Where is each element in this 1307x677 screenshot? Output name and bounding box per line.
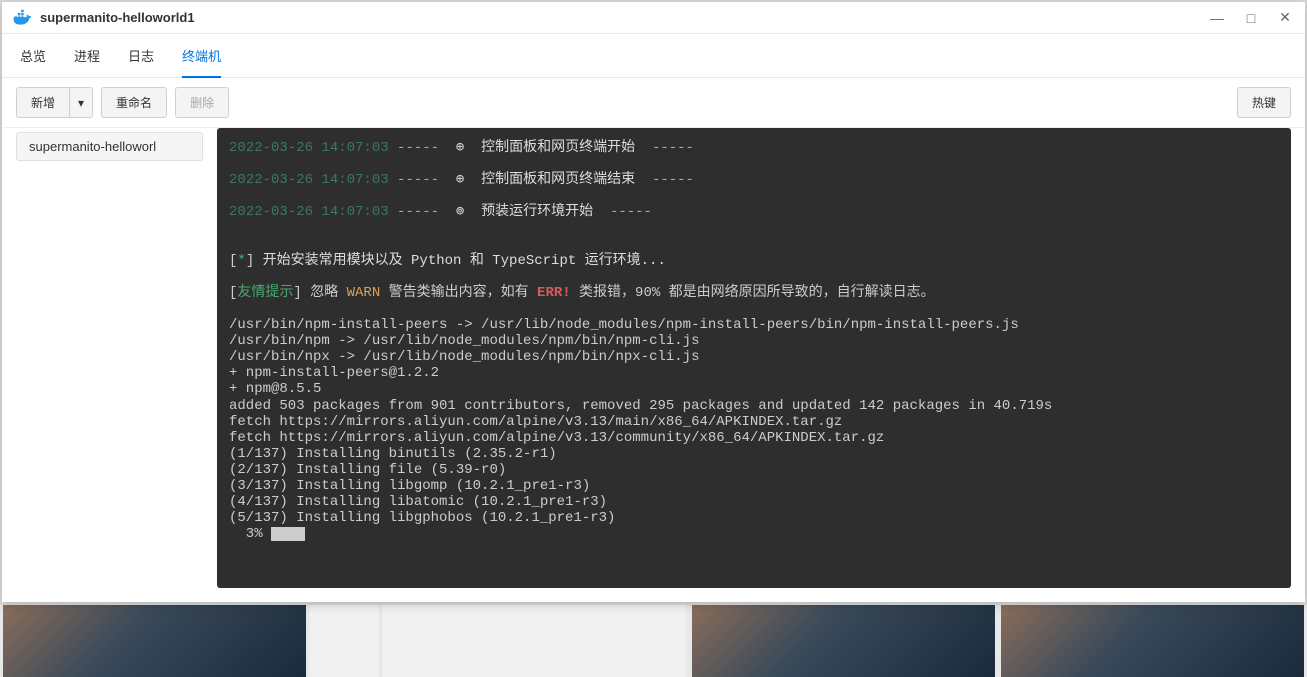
window-titlebar[interactable]: supermanito-helloworld1 — □ ✕ — [2, 2, 1305, 34]
new-button-group: 新增 ▾ — [16, 87, 93, 118]
rename-button[interactable]: 重命名 — [101, 87, 167, 118]
terminal-output[interactable]: 2022-03-26 14:07:03 ----- ⊕ 控制面板和网页终端开始 … — [217, 128, 1291, 588]
container-window: supermanito-helloworld1 — □ ✕ 总览 进程 日志 终… — [2, 2, 1305, 602]
window-title: supermanito-helloworld1 — [40, 10, 1207, 25]
content-area: supermanito-helloworl 2022-03-26 14:07:0… — [2, 128, 1305, 602]
tab-bar: 总览 进程 日志 终端机 — [2, 34, 1305, 78]
new-dropdown-caret[interactable]: ▾ — [69, 87, 93, 118]
tab-log[interactable]: 日志 — [128, 34, 154, 77]
hotkeys-button[interactable]: 热键 — [1237, 87, 1291, 118]
new-button[interactable]: 新增 — [16, 87, 69, 118]
minimize-button[interactable]: — — [1207, 8, 1227, 28]
toolbar: 新增 ▾ 重命名 删除 热键 — [2, 78, 1305, 128]
terminal-sidebar: supermanito-helloworl — [2, 128, 217, 602]
delete-button[interactable]: 删除 — [175, 87, 229, 118]
close-button[interactable]: ✕ — [1275, 8, 1295, 28]
tab-process[interactable]: 进程 — [74, 34, 100, 77]
sidebar-item-terminal[interactable]: supermanito-helloworl — [16, 132, 203, 161]
tab-terminal[interactable]: 终端机 — [182, 34, 221, 77]
maximize-button[interactable]: □ — [1241, 8, 1261, 28]
docker-icon — [12, 8, 32, 28]
tab-overview[interactable]: 总览 — [20, 34, 46, 77]
